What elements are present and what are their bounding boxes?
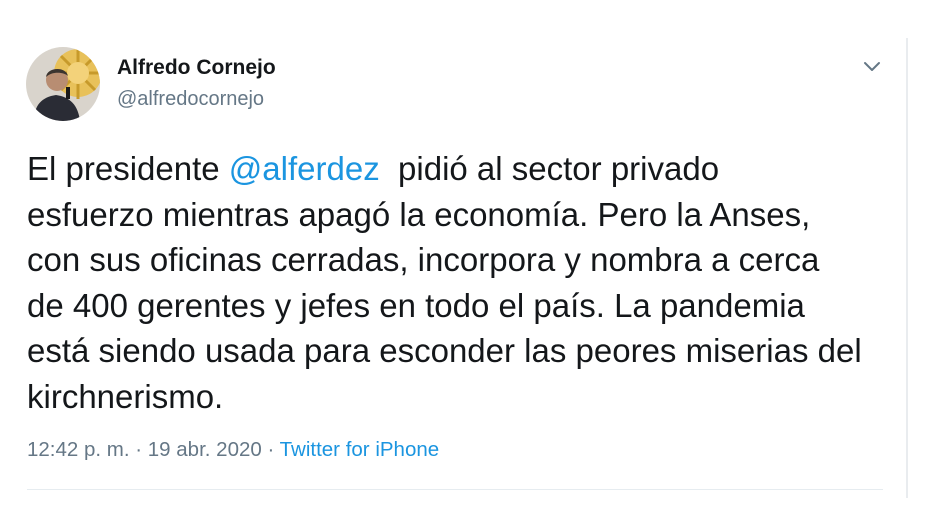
chevron-down-icon[interactable] [861, 56, 883, 76]
tweet-text-segment: El presidente [27, 150, 229, 187]
tweet-text: El presidente @alferdez pidió al sector … [27, 146, 897, 420]
tweet-text-line: de 400 gerentes y jefes en todo el país.… [27, 286, 805, 324]
tweet-text-line: con sus oficinas cerradas, incorpora y n… [27, 241, 820, 279]
tweet-source-link[interactable]: Twitter for iPhone [280, 438, 440, 461]
tweet-text-line: esfuerzo mientras apagó la economía. Per… [27, 195, 811, 233]
tweet-time[interactable]: 12:42 p. m. [27, 438, 130, 461]
tweet-card: Alfredo Cornejo @alfredocornejo El presi… [0, 0, 906, 527]
tweet-text-segment: pidió al sector privado [379, 150, 720, 187]
author-name[interactable]: Alfredo Cornejo [117, 56, 276, 80]
tweet-text-line: kirchnerismo. [27, 377, 224, 415]
tweet-text-line: El presidente @alferdez pidió al sector … [27, 146, 897, 192]
meta-separator: · [129, 438, 148, 461]
divider [27, 489, 883, 490]
avatar[interactable] [26, 47, 100, 121]
author-handle[interactable]: @alfredocornejo [117, 88, 264, 111]
tweet-meta: 12:42 p. m. · 19 abr. 2020 · Twitter for… [27, 438, 439, 462]
tweet-date[interactable]: 19 abr. 2020 [148, 438, 262, 461]
meta-separator: · [261, 438, 280, 461]
tweet-text-line: está siendo usada para esconder las peor… [27, 332, 862, 370]
card-border [906, 38, 908, 498]
mention-link[interactable]: @alferdez [229, 150, 380, 187]
